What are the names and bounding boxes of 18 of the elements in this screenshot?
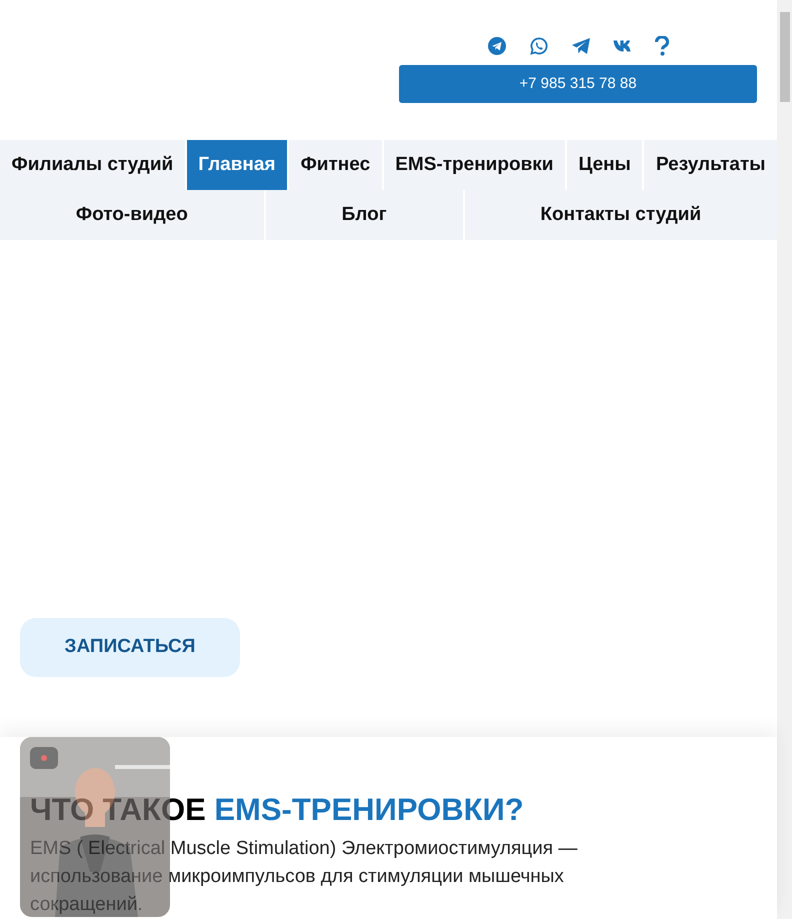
paper-plane-icon[interactable]: [571, 37, 591, 55]
scrollbar[interactable]: [777, 0, 792, 919]
question-icon[interactable]: [655, 36, 669, 56]
nav-link[interactable]: Цены: [566, 140, 642, 190]
nav-link[interactable]: Филиалы студий: [0, 140, 185, 190]
vk-logo-icon[interactable]: [613, 40, 633, 52]
signup-button[interactable]: ЗАПИСАТЬСЯ: [20, 618, 240, 676]
section-description: EMS ( Electrical Muscle Stimulation) Электромиостимуляция — использование микроимпульсов для стимуляции мышечных сокращений.: [30, 837, 578, 917]
nav-link[interactable]: Главная: [186, 140, 288, 190]
nav-link[interactable]: EMS-тренировки: [384, 140, 565, 190]
nav-link[interactable]: Контакты студий: [464, 190, 778, 240]
nav-link[interactable]: Фитнес: [289, 140, 382, 190]
nav-link[interactable]: Блог: [266, 190, 462, 240]
telegram-icon[interactable]: [487, 36, 507, 56]
phone-button[interactable]: +7 985 315 78 88: [399, 65, 757, 103]
nav-link[interactable]: Фото-видео: [0, 190, 264, 240]
whatsapp-icon[interactable]: [529, 36, 549, 56]
nav-link[interactable]: Результаты: [644, 140, 778, 190]
